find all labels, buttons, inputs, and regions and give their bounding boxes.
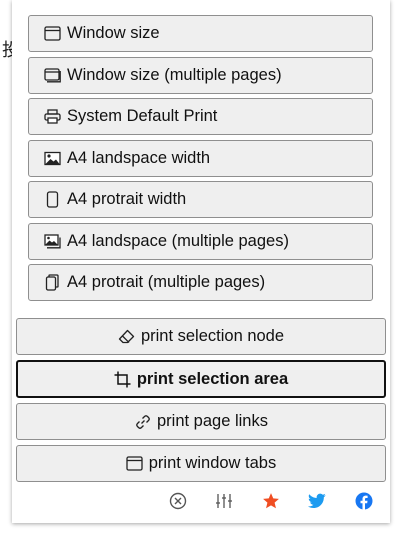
images-stack-icon: [43, 233, 61, 251]
print-menu-popup: Window size Window size (multiple pages)…: [12, 0, 390, 523]
print-page-links-label: print page links: [157, 412, 268, 430]
window-size-multiple-label: Window size (multiple pages): [67, 66, 282, 84]
printer-icon: [43, 108, 61, 126]
a4-landscape-multiple-button[interactable]: A4 landspace (multiple pages): [28, 223, 373, 260]
print-selection-area-label: print selection area: [136, 369, 289, 388]
a4-landscape-multiple-label: A4 landspace (multiple pages): [67, 232, 289, 250]
windows-stack-icon: [43, 67, 61, 85]
portrait-page-icon: [43, 191, 61, 209]
a4-landscape-width-button[interactable]: A4 landspace width: [28, 140, 373, 177]
window-icon: [126, 455, 144, 473]
window-size-multiple-button[interactable]: Window size (multiple pages): [28, 57, 373, 94]
system-default-print-button[interactable]: System Default Print: [28, 98, 373, 135]
a4-portrait-multiple-label: A4 protrait (multiple pages): [67, 273, 266, 291]
sliders-icon[interactable]: [215, 492, 233, 510]
close-circle-icon[interactable]: [169, 492, 187, 510]
print-window-tabs-button[interactable]: print window tabs: [16, 445, 386, 482]
window-size-label: Window size: [67, 24, 160, 42]
crop-icon: [114, 370, 132, 388]
window-size-button[interactable]: Window size: [28, 15, 373, 52]
image-icon: [43, 150, 61, 168]
eraser-icon: [118, 328, 136, 346]
twitter-icon[interactable]: [308, 492, 326, 510]
a4-portrait-width-button[interactable]: A4 protrait width: [28, 181, 373, 218]
a4-landscape-width-label: A4 landspace width: [67, 149, 211, 167]
link-icon: [134, 413, 152, 431]
star-icon[interactable]: [262, 492, 280, 510]
print-selection-area-button[interactable]: print selection area: [16, 360, 386, 398]
print-page-links-button[interactable]: print page links: [16, 403, 386, 440]
print-window-tabs-label: print window tabs: [148, 454, 277, 472]
facebook-icon[interactable]: [355, 492, 373, 510]
print-selection-node-button[interactable]: print selection node: [16, 318, 386, 355]
system-default-print-label: System Default Print: [67, 107, 218, 125]
footer-toolbar: [12, 488, 390, 514]
pages-stack-icon: [43, 274, 61, 292]
a4-portrait-width-label: A4 protrait width: [67, 190, 187, 208]
a4-portrait-multiple-button[interactable]: A4 protrait (multiple pages): [28, 264, 373, 301]
window-icon: [43, 25, 61, 43]
print-selection-node-label: print selection node: [140, 327, 285, 345]
